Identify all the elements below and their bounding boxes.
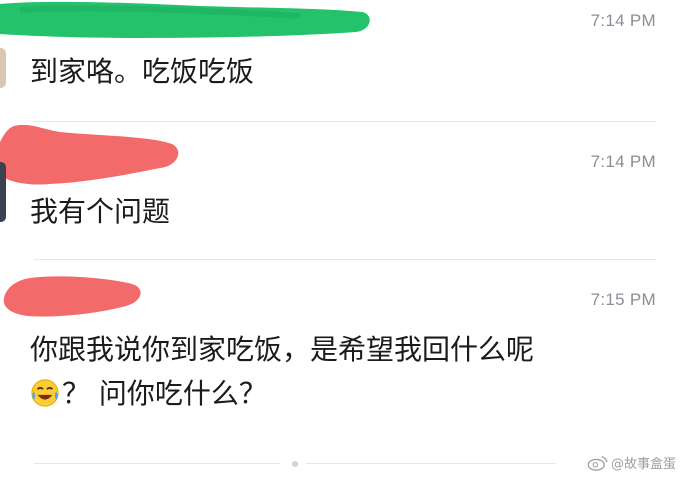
message-1: 7:14 PM 到家咯。吃饭吃饭 (0, 0, 690, 122)
message-3: 7:15 PM 你跟我说你到家吃饭，是希望我回什么呢 ？ 问你吃什么？ (0, 260, 690, 460)
avatar-1[interactable] (0, 48, 6, 88)
weibo-icon (587, 456, 608, 471)
message-1-text: 到家咯。吃饭吃饭 (30, 55, 255, 88)
message-2-text: 我有个问题 (30, 195, 171, 228)
avatar-2[interactable] (0, 162, 6, 222)
message-3-line-2: ？ 问你吃什么？ (30, 372, 534, 416)
message-3-text: 你跟我说你到家吃饭，是希望我回什么呢 ？ 问你吃什么？ (30, 328, 534, 416)
message-3-time: 7:15 PM (590, 290, 656, 309)
watermark-text: @故事盒蛋 (610, 457, 676, 472)
bottom-divider-right (306, 463, 556, 464)
message-2: 7:14 PM 我有个问题 (0, 122, 690, 260)
message-3-line-2-text: ？ 问你吃什么？ (62, 377, 267, 410)
tears-of-joy-emoji-icon (31, 379, 59, 407)
redacted-sender-name-3 (3, 276, 141, 317)
page-indicator-dot (292, 461, 298, 467)
message-1-time: 7:14 PM (590, 11, 656, 30)
watermark: @故事盒蛋 (587, 453, 676, 472)
redacted-sender-name-1 (0, 1, 370, 38)
message-3-line-1: 你跟我说你到家吃饭，是希望我回什么呢 (30, 333, 535, 366)
message-2-time: 7:14 PM (590, 152, 656, 171)
bottom-divider-left (34, 463, 280, 464)
redacted-sender-name-2 (0, 124, 179, 185)
